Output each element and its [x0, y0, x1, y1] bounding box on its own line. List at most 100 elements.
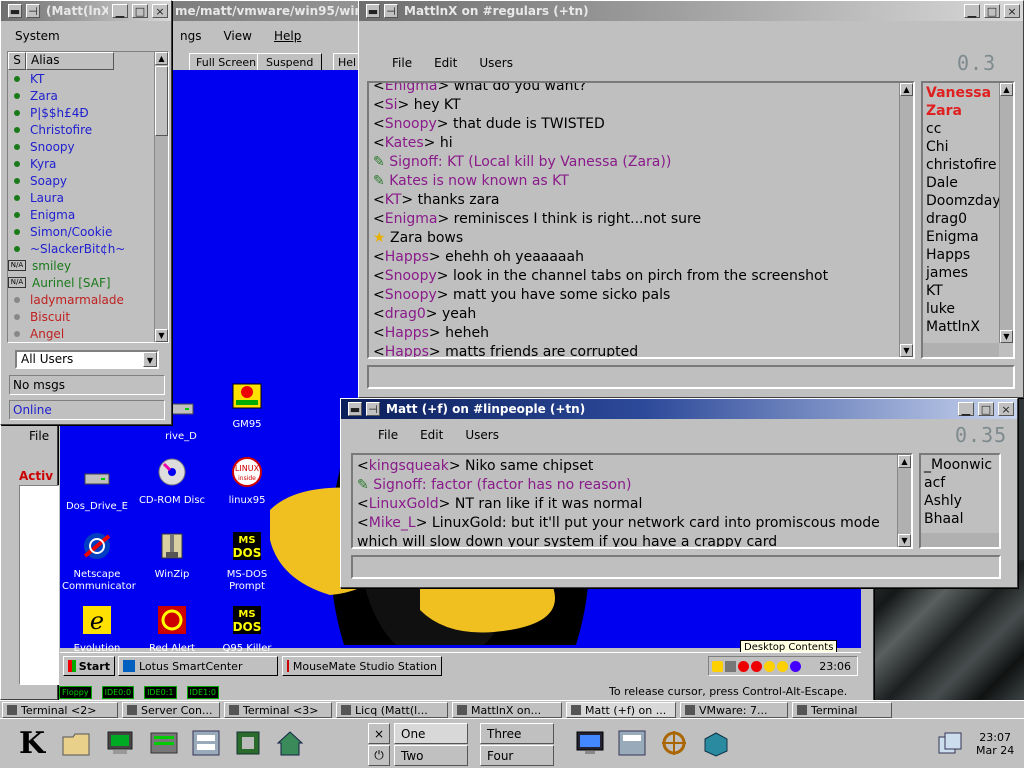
user-list-item[interactable]: Vanessa [926, 84, 1010, 102]
user-list-item[interactable]: Enigma [926, 228, 1010, 246]
stop-icon[interactable] [738, 660, 749, 672]
terminal-icon[interactable] [100, 723, 140, 763]
user-list-item[interactable]: Happs [926, 246, 1010, 264]
chat-nick[interactable]: Happs [385, 344, 429, 357]
screensaver-icon[interactable] [570, 723, 610, 763]
chat-nick[interactable]: Snoopy [385, 116, 437, 132]
warning-icon[interactable] [764, 660, 775, 672]
desktop-icon-netscape[interactable]: Netscape Communicator [62, 530, 136, 593]
pin-icon[interactable]: ⊣ [366, 402, 380, 416]
contact-row[interactable]: Laura [8, 189, 168, 206]
user-list-item[interactable]: KT [926, 282, 1010, 300]
chat-nick[interactable]: Mike_L [369, 515, 416, 531]
kde-taskbar-button[interactable]: Terminal <2> [2, 702, 118, 718]
floppy-indicator[interactable]: Floppy [59, 686, 92, 699]
close-icon[interactable]: × [998, 402, 1014, 416]
contact-row[interactable]: Kyra [8, 155, 168, 172]
pin-icon[interactable]: ⊣ [26, 4, 40, 18]
user-list-item[interactable]: drag0 [926, 210, 1010, 228]
desktop-icon-red-alert[interactable]: Red Alert [137, 604, 207, 655]
network-icon[interactable] [725, 660, 736, 672]
user-list-item[interactable]: Chi [926, 138, 1010, 156]
close-icon[interactable]: × [1004, 4, 1020, 18]
home-icon[interactable] [270, 723, 310, 763]
user-list-item[interactable]: Zara [926, 102, 1010, 120]
scroll-up-button[interactable]: ▲ [898, 455, 911, 468]
contact-row[interactable]: ladymarmalade [8, 291, 168, 308]
user-list-hscrollbar[interactable] [923, 343, 999, 357]
contact-row[interactable]: N/A Aurinel [SAF] [8, 274, 168, 291]
win95-clock[interactable]: 23:06 [819, 660, 851, 673]
desktop-button-three[interactable]: Three [480, 723, 554, 744]
desktop-icon-q95-killer[interactable]: MS DOS Q95 Killer [212, 604, 282, 655]
menu-view[interactable]: View [212, 29, 262, 43]
menu-edit[interactable]: Edit [423, 56, 468, 70]
licq-messages-status[interactable]: No msgs [9, 375, 165, 395]
kpanel-network-icon[interactable] [612, 723, 652, 763]
contact-row[interactable]: Zara [8, 87, 168, 104]
pin-icon[interactable]: ⊣ [384, 4, 398, 18]
chat-nick[interactable]: LinuxGold [369, 496, 439, 512]
regulars-chat-scrollbar[interactable]: ▲ ▼ [899, 83, 913, 357]
chat-nick[interactable]: Kates [385, 135, 424, 151]
regulars-message-input[interactable] [367, 365, 1015, 389]
kde-menu-icon[interactable]: K [12, 723, 52, 763]
linpeople-titlebar[interactable]: ▬ ⊣ Matt (+f) on #linpeople (+tn) ▁ □ × [341, 399, 1017, 419]
licq-group-select[interactable]: All Users ▼ [15, 350, 159, 369]
contact-row[interactable]: Soapy [8, 172, 168, 189]
contact-row[interactable]: Snoopy [8, 138, 168, 155]
chat-nick[interactable]: Si [385, 97, 398, 113]
kde-taskbar-button[interactable]: Licq (Matt(l... [336, 702, 448, 718]
contact-row[interactable]: Simon/Cookie [8, 223, 168, 240]
minimize-icon[interactable]: ▁ [958, 402, 974, 416]
contact-row[interactable]: Christofire [8, 121, 168, 138]
user-list-item[interactable]: acf [924, 474, 996, 492]
window-menu-icon[interactable]: ▬ [348, 402, 362, 416]
scroll-down-button[interactable]: ▼ [898, 534, 911, 547]
kde-taskbar-button[interactable]: Terminal [792, 702, 892, 718]
network-config-icon[interactable] [186, 723, 226, 763]
menu-users[interactable]: Users [454, 428, 510, 442]
contact-row[interactable]: KT [8, 70, 168, 87]
regulars-titlebar[interactable]: ▬ ⊣ MattlnX on #regulars (+tn) ▁ □ × [359, 1, 1023, 21]
menu-help[interactable]: Help [263, 29, 312, 43]
linpeople-message-input[interactable] [351, 555, 1001, 579]
desktop-button-four[interactable]: Four [480, 745, 554, 766]
menu-edit[interactable]: Edit [409, 428, 454, 442]
licq-scrollbar[interactable]: ▲ ▼ [154, 52, 168, 342]
licq-menu-system[interactable]: System [15, 29, 60, 43]
chat-nick[interactable]: Snoopy [385, 287, 437, 303]
user-list-item[interactable]: Bhaal [924, 510, 996, 528]
taskbar-button-mousemate[interactable]: MouseMate Studio Station [282, 656, 442, 676]
chat-nick[interactable]: Enigma [385, 83, 438, 94]
full-screen-button[interactable]: Full Screen [189, 53, 264, 71]
menu-file[interactable]: File [367, 428, 409, 442]
linpeople-chat-scrollbar[interactable]: ▲ ▼ [897, 455, 911, 547]
volume-icon[interactable] [712, 660, 723, 672]
kde-taskbar-button[interactable]: VMware: 7... [680, 702, 788, 718]
kpanel-clock[interactable]: 23:07 Mar 24 [976, 731, 1014, 757]
user-list-item[interactable]: _Moonwic [924, 456, 996, 474]
column-header-alias[interactable]: Alias [26, 52, 114, 70]
scroll-up-button[interactable]: ▲ [1000, 83, 1013, 96]
ide00-indicator[interactable]: IDE0:0 [101, 686, 135, 699]
user-list-item[interactable]: MattlnX [926, 318, 1010, 336]
contact-row[interactable]: Biscuit [8, 308, 168, 325]
chat-nick[interactable]: drag0 [385, 306, 426, 322]
background-window-menu-file[interactable]: File [29, 429, 49, 443]
lock-screen-button[interactable]: × [368, 723, 390, 744]
scroll-down-button[interactable]: ▼ [155, 329, 168, 342]
chat-nick[interactable]: kingsqueak [369, 458, 449, 474]
desktop-icon-dos-drive-e[interactable]: Dos_Drive_E [62, 462, 132, 513]
kde-taskbar-button[interactable]: Matt (+f) on ... [566, 702, 676, 718]
minimize-icon[interactable]: ▁ [964, 4, 980, 18]
user-list-item[interactable]: james [926, 264, 1010, 282]
menu-file[interactable]: File [381, 56, 423, 70]
maximize-icon[interactable]: □ [978, 402, 994, 416]
user-list-item[interactable]: cc [926, 120, 1010, 138]
user-list-hscrollbar[interactable] [921, 533, 999, 547]
kde-taskbar-button[interactable]: Terminal <3> [224, 702, 332, 718]
desktop-button-two[interactable]: Two [394, 745, 468, 766]
contact-row[interactable]: Enigma [8, 206, 168, 223]
chat-nick[interactable]: KT [385, 192, 402, 208]
